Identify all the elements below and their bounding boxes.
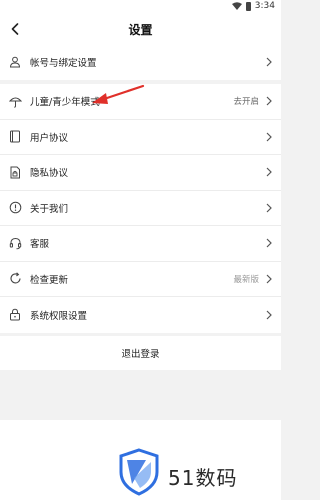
chevron-right-icon: [266, 57, 272, 67]
row-label: 隐私协议: [30, 168, 69, 180]
chevron-right-icon: [266, 96, 272, 106]
user-agreement-row[interactable]: 用户协议: [0, 120, 281, 155]
wifi-icon: [231, 2, 242, 10]
row-label: 用户协议: [30, 132, 69, 144]
status-time: 3:34: [254, 1, 275, 11]
chevron-right-icon: [266, 167, 272, 177]
page-title: 设置: [128, 23, 153, 37]
shield-logo-icon: [119, 448, 159, 496]
battery-icon: [245, 1, 251, 11]
privacy-agreement-row[interactable]: 隐私协议: [0, 155, 281, 191]
chevron-right-icon: [266, 132, 272, 142]
account-group: 帐号与绑定设置: [0, 44, 281, 80]
umbrella-icon: [8, 94, 22, 108]
row-label: 系统权限设置: [30, 310, 88, 322]
check-update-row[interactable]: 检查更新 最新版: [0, 262, 281, 297]
row-label: 检查更新: [30, 274, 69, 286]
youth-mode-row[interactable]: 儿童/青少年模式 去开启: [0, 84, 281, 120]
book-icon: [8, 130, 22, 144]
watermark: 51数码: [0, 420, 281, 500]
row-label: 儿童/青少年模式: [30, 97, 100, 109]
chevron-right-icon: [266, 203, 272, 213]
row-label: 关于我们: [30, 203, 69, 215]
chevron-right-icon: [266, 274, 272, 284]
status-bar: 3:34: [0, 0, 281, 14]
logout-label: 退出登录: [121, 349, 160, 360]
header: 设置: [0, 14, 281, 44]
status-indicators: 3:34: [231, 1, 275, 11]
headset-icon: [8, 236, 22, 250]
chevron-right-icon: [266, 238, 272, 248]
watermark-text: 51数码: [168, 466, 238, 490]
row-value: 最新版: [233, 274, 259, 285]
settings-group: 儿童/青少年模式 去开启 用户协议 隐私协议 关于我们 客服 检查更新 最新版 …: [0, 84, 281, 333]
lock-icon: [8, 308, 22, 322]
chevron-right-icon: [266, 310, 272, 320]
refresh-icon: [8, 272, 22, 286]
row-label: 帐号与绑定设置: [30, 57, 97, 69]
info-icon: [8, 201, 22, 215]
logout-button[interactable]: 退出登录: [0, 336, 281, 370]
customer-service-row[interactable]: 客服: [0, 226, 281, 262]
account-binding-row[interactable]: 帐号与绑定设置: [0, 44, 281, 80]
system-permissions-row[interactable]: 系统权限设置: [0, 297, 281, 333]
user-icon: [8, 55, 22, 69]
row-value: 去开启: [233, 97, 259, 108]
privacy-lock-doc-icon: [8, 165, 22, 179]
row-label: 客服: [30, 239, 50, 251]
about-us-row[interactable]: 关于我们: [0, 191, 281, 226]
